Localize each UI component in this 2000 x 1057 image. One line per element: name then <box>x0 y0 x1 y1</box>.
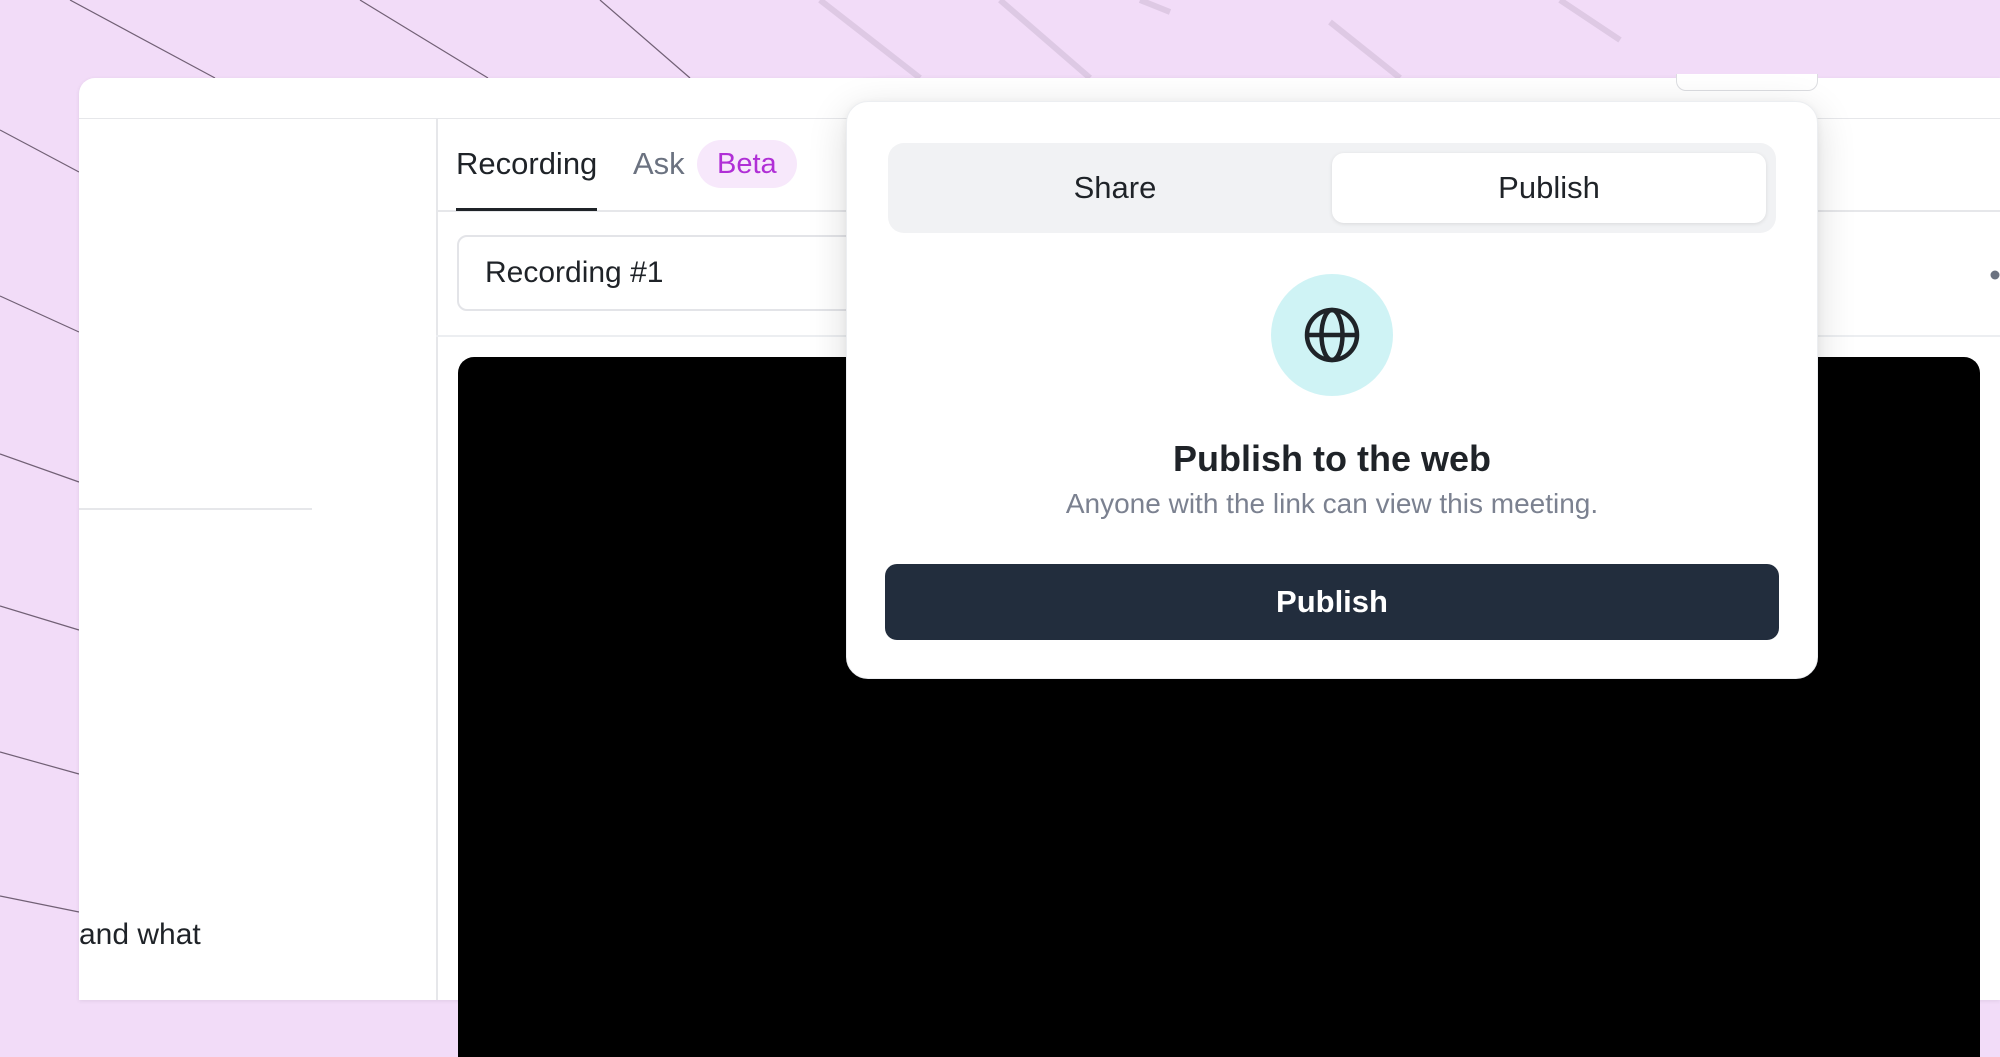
more-options-icon[interactable] <box>1988 268 2000 282</box>
left-panel: and what <box>79 118 438 1000</box>
publish-button[interactable]: Publish <box>885 564 1779 640</box>
globe-icon <box>1304 307 1360 363</box>
tab-recording[interactable]: Recording <box>456 118 598 211</box>
share-button-edge[interactable] <box>1676 74 1818 91</box>
beta-badge: Beta <box>697 140 797 188</box>
publish-subtitle: Anyone with the link can view this meeti… <box>1065 488 1599 519</box>
left-text-snippet: and what <box>79 918 201 951</box>
publish-tab-button[interactable]: Publish <box>1332 153 1766 223</box>
share-publish-toggle: Share Publish <box>888 143 1776 233</box>
share-tab-button[interactable]: Share <box>898 153 1332 223</box>
globe-icon-badge <box>1271 274 1393 396</box>
tab-ask[interactable]: Ask <box>633 118 685 210</box>
publish-title: Publish to the web <box>1172 438 1491 479</box>
left-divider <box>79 508 312 510</box>
publish-popover: Share Publish Publish to the web Anyone … <box>846 101 1818 679</box>
